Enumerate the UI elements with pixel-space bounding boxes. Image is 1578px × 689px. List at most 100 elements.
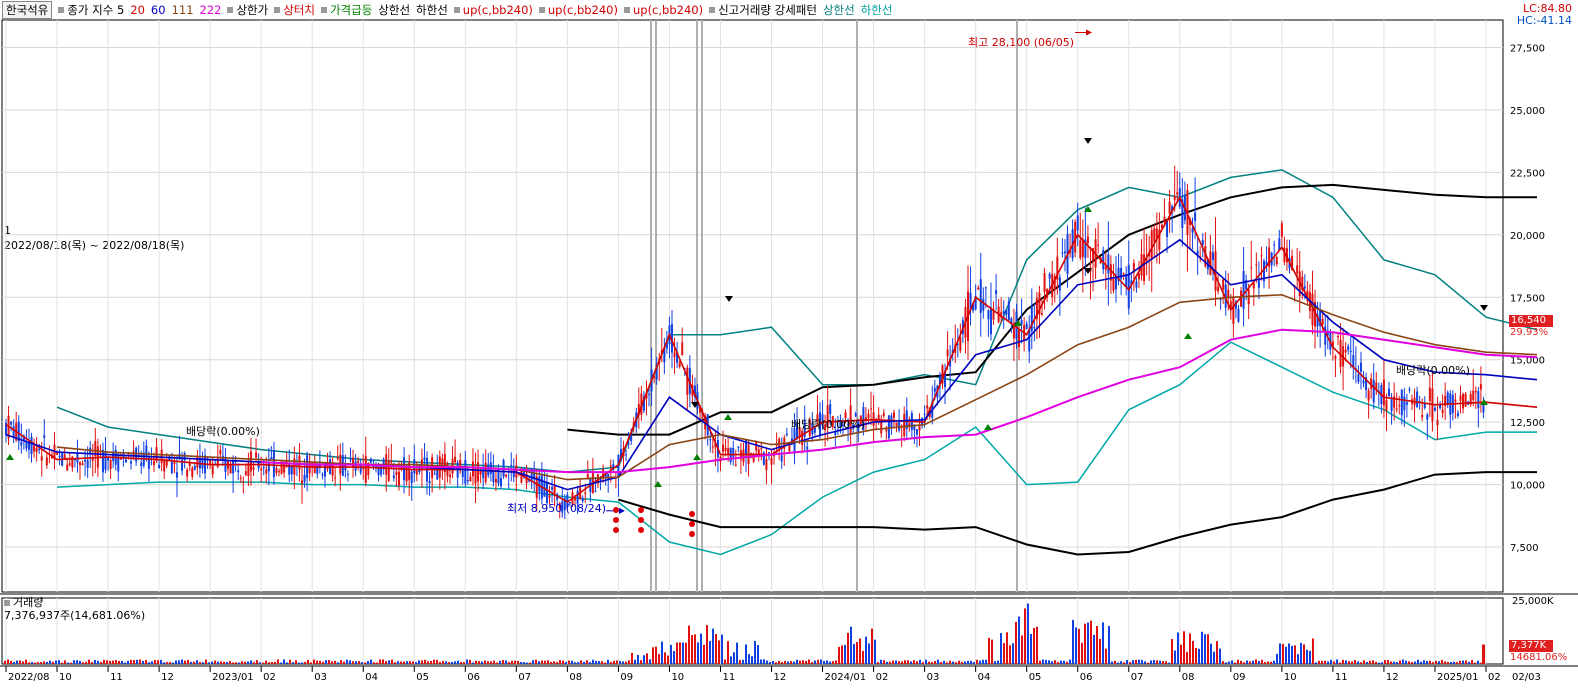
x-tick-label: 09: [620, 672, 633, 683]
up-arrow-icon: [984, 424, 992, 430]
volume-bar: [1426, 660, 1428, 664]
volume-bar: [1165, 661, 1167, 664]
volume-bar: [1213, 651, 1215, 664]
volume-bar: [907, 660, 909, 664]
volume-bar: [265, 660, 267, 664]
volume-bar: [769, 661, 771, 664]
volume-bar: [82, 662, 84, 664]
volume-bar: [550, 661, 552, 664]
volume-bar: [394, 662, 396, 664]
volume-bar: [16, 660, 18, 664]
volume-bar: [1117, 662, 1119, 664]
volume-bar: [1201, 631, 1203, 664]
volume-bar: [382, 659, 384, 664]
y-tick-label: 27,500: [1510, 43, 1545, 54]
volume-bar: [109, 660, 111, 664]
low-annotation: 최저 8,950 (08/24): [507, 502, 607, 515]
volume-bar: [703, 644, 705, 664]
volume-bar: [1135, 659, 1137, 664]
volume-bar: [1132, 660, 1134, 664]
volume-bar: [622, 661, 624, 664]
x-tick-label: 10: [1284, 672, 1297, 683]
candle-body: [45, 457, 48, 466]
volume-bar: [1066, 661, 1068, 664]
candle-body: [1456, 413, 1459, 416]
candle-body: [43, 435, 46, 438]
chart-canvas[interactable]: 7,50010,00012,50015,00017,50020,00022,50…: [0, 0, 1578, 689]
volume-bar: [349, 660, 351, 664]
x-tick-label: 2023/01: [212, 672, 254, 683]
candle-body: [63, 454, 66, 459]
volume-bar: [667, 655, 669, 664]
volume-bar: [592, 659, 594, 664]
volume-bar: [646, 653, 648, 664]
volume-bar: [1291, 645, 1293, 664]
volume-bar: [751, 656, 753, 664]
volume-bar: [1348, 661, 1350, 664]
candle-body: [760, 448, 763, 450]
volume-bar: [511, 660, 513, 664]
candle-body: [369, 458, 372, 463]
volume-bar: [346, 659, 348, 664]
volume-bar: [1270, 661, 1272, 664]
y-tick-label: 22,500: [1510, 168, 1545, 179]
volume-bar: [946, 662, 948, 664]
volume-bar: [112, 660, 114, 664]
volume-bar: [682, 642, 684, 664]
volume-bar: [442, 660, 444, 664]
candle-body: [1041, 312, 1043, 315]
volume-bar: [961, 661, 963, 664]
candle-body: [1459, 395, 1462, 401]
down-arrow-icon: [1084, 138, 1092, 144]
volume-bar: [661, 641, 663, 664]
volume-bar: [37, 662, 39, 664]
volume-bar: [391, 659, 393, 664]
candle-body: [678, 362, 681, 367]
volume-bar: [931, 662, 933, 664]
candle-body: [959, 337, 962, 351]
candle-body: [1273, 244, 1276, 246]
candle-body: [260, 468, 263, 471]
volume-bar: [1162, 661, 1164, 664]
volume-bar: [1177, 632, 1179, 664]
candle-body: [252, 467, 255, 470]
volume-bar: [982, 659, 984, 664]
candle-body: [1357, 374, 1360, 382]
candle-body: [734, 464, 737, 466]
candle-body: [1150, 230, 1153, 260]
candle-body: [742, 449, 745, 463]
candle-body: [1436, 419, 1439, 426]
volume-bar: [130, 659, 132, 664]
volume-bar: [778, 660, 780, 664]
volume-bar: [1369, 660, 1371, 664]
volume-bar: [595, 660, 597, 664]
volume-bar: [508, 662, 510, 664]
candle-body: [464, 459, 467, 484]
volume-bar: [742, 659, 744, 664]
candle-body: [270, 457, 273, 460]
volume-value: 7,376,937주(14,681.06%): [4, 609, 146, 622]
volume-bar: [658, 654, 660, 664]
volume-bar: [1174, 650, 1176, 664]
volume-bar: [994, 661, 996, 664]
volume-bar: [814, 660, 816, 664]
volume-bar: [1276, 653, 1278, 664]
volume-bar: [988, 637, 990, 664]
candle-body: [1296, 265, 1299, 274]
candle-body: [887, 415, 890, 439]
volume-bar: [1384, 659, 1386, 664]
candle-body: [867, 413, 870, 419]
candle-body: [1222, 279, 1225, 290]
candle-body: [1168, 201, 1171, 214]
candle-body: [1058, 277, 1061, 291]
x-tick-label: 06: [467, 672, 480, 683]
candle-body: [1400, 389, 1403, 416]
volume-bar: [889, 661, 891, 664]
volume-bar: [673, 651, 675, 664]
x-tick-label: 09: [1233, 672, 1246, 683]
candle-body: [101, 449, 104, 473]
candle-body: [548, 495, 551, 498]
signal-dot: [689, 531, 695, 537]
volume-bar: [175, 660, 177, 664]
candle-body: [38, 449, 41, 451]
